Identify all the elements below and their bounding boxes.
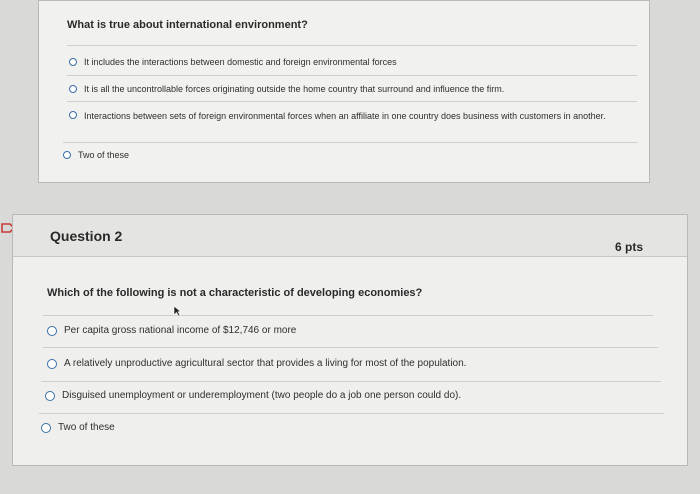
- radio-button[interactable]: [47, 359, 57, 369]
- q1-option-1[interactable]: It includes the interactions between dom…: [69, 57, 397, 67]
- radio-button[interactable]: [69, 58, 77, 66]
- radio-button[interactable]: [41, 423, 51, 433]
- q1-option-1-label: It includes the interactions between dom…: [84, 57, 397, 67]
- question-2-prompt: Which of the following is not a characte…: [47, 287, 423, 299]
- divider: [43, 347, 658, 348]
- q2-option-4[interactable]: Two of these: [41, 422, 115, 433]
- q1-option-2[interactable]: It is all the uncontrollable forces orig…: [69, 84, 504, 94]
- q2-option-2[interactable]: A relatively unproductive agricultural s…: [47, 358, 466, 369]
- q1-option-4[interactable]: Two of these: [63, 150, 129, 160]
- q1-option-3[interactable]: Interactions between sets of foreign env…: [69, 110, 609, 122]
- question-1-prompt: What is true about international environ…: [67, 19, 308, 31]
- q1-option-3-label: Interactions between sets of foreign env…: [84, 111, 606, 121]
- divider: [67, 101, 637, 102]
- divider: [41, 381, 661, 382]
- radio-button[interactable]: [63, 151, 71, 159]
- divider: [39, 413, 664, 414]
- radio-button[interactable]: [69, 111, 77, 119]
- question-2-points: 6 pts: [614, 240, 643, 254]
- question-2-header: Question 2 6 pts: [13, 215, 687, 257]
- radio-button[interactable]: [45, 391, 55, 401]
- radio-button[interactable]: [69, 85, 77, 93]
- q2-option-2-label: A relatively unproductive agricultural s…: [64, 358, 467, 369]
- radio-button[interactable]: [47, 326, 57, 336]
- q2-option-3[interactable]: Disguised unemployment or underemploymen…: [45, 390, 461, 401]
- q1-option-4-label: Two of these: [78, 150, 130, 160]
- divider: [67, 75, 637, 76]
- question-1-card: What is true about international environ…: [38, 0, 650, 183]
- divider: [63, 142, 638, 143]
- mouse-cursor-icon: [173, 305, 181, 317]
- divider: [43, 315, 653, 316]
- q2-option-1[interactable]: Per capita gross national income of $12,…: [47, 325, 296, 336]
- q1-option-2-label: It is all the uncontrollable forces orig…: [84, 84, 505, 94]
- question-2-title: Question 2: [50, 228, 123, 244]
- q2-option-1-label: Per capita gross national income of $12,…: [64, 325, 297, 336]
- divider: [67, 45, 637, 46]
- q2-option-4-label: Two of these: [58, 422, 115, 433]
- q2-option-3-label: Disguised unemployment or underemploymen…: [62, 390, 462, 401]
- question-2-card: Question 2 6 pts Which of the following …: [12, 214, 688, 466]
